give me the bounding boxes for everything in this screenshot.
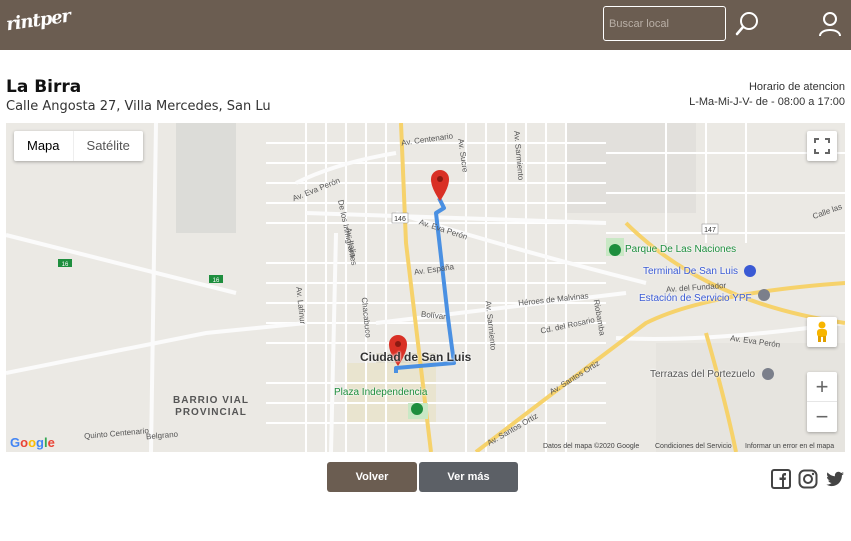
zoom-out-button[interactable]: − <box>807 402 837 432</box>
svg-text:16: 16 <box>62 262 69 268</box>
map-data-credit: Datos del mapa ©2020 Google <box>543 443 640 450</box>
facebook-link[interactable] <box>771 469 791 489</box>
city-label: Ciudad de San Luis <box>360 350 472 364</box>
search-icon <box>735 12 758 36</box>
google-logo[interactable]: Google <box>10 435 55 450</box>
map[interactable]: 16 16 146 147 Av. Centenario Av. Sucre A… <box>6 123 845 452</box>
poi-terminal[interactable]: Terminal De San Luis <box>643 266 738 277</box>
logo[interactable]: rintper <box>5 6 72 36</box>
search-input[interactable] <box>603 6 726 41</box>
user-button[interactable] <box>817 10 843 38</box>
instagram-link[interactable] <box>798 469 818 489</box>
pegman-icon <box>817 321 827 342</box>
map-type-map-button[interactable]: Mapa <box>14 131 74 161</box>
place-address: Calle Angosta 27, Villa Mercedes, San Lu <box>6 99 271 114</box>
facebook-icon <box>771 469 791 489</box>
back-button[interactable]: Volver <box>327 462 417 492</box>
poi-parque[interactable]: Parque De Las Naciones <box>625 244 736 255</box>
hours-label: Horario de atencion <box>748 81 845 93</box>
more-button[interactable]: Ver más <box>419 462 518 492</box>
hours-value: L-Ma-Mi-J-V- de - 08:00 a 17:00 <box>689 96 845 108</box>
poi-ypf[interactable]: Estación de Servicio YPF <box>639 293 752 304</box>
poi-terrazas[interactable]: Terrazas del Portezuelo <box>650 369 755 380</box>
map-report-link[interactable]: Informar un error en el mapa <box>745 443 834 450</box>
fullscreen-icon <box>814 138 830 154</box>
zoom-control: + − <box>807 372 837 432</box>
top-bar: rintper <box>0 0 851 50</box>
instagram-icon <box>798 469 818 489</box>
fullscreen-button[interactable] <box>807 131 837 161</box>
svg-text:147: 147 <box>704 227 716 234</box>
map-type-control: Mapa Satélite <box>14 131 143 161</box>
map-terms-link[interactable]: Condiciones del Servicio <box>655 443 732 450</box>
svg-text:16: 16 <box>213 278 220 284</box>
search-button[interactable] <box>734 10 762 38</box>
barrio-label: BARRIO VIAL PROVINCIAL <box>173 395 249 418</box>
user-icon <box>819 12 841 37</box>
svg-text:146: 146 <box>394 216 406 223</box>
twitter-icon <box>826 471 844 487</box>
twitter-link[interactable] <box>825 469 845 489</box>
zoom-in-button[interactable]: + <box>807 372 837 402</box>
street-view-button[interactable] <box>807 317 837 347</box>
place-name: La Birra <box>6 77 82 97</box>
map-type-satellite-button[interactable]: Satélite <box>74 131 143 161</box>
poi-plaza[interactable]: Plaza Independencia <box>334 387 427 398</box>
